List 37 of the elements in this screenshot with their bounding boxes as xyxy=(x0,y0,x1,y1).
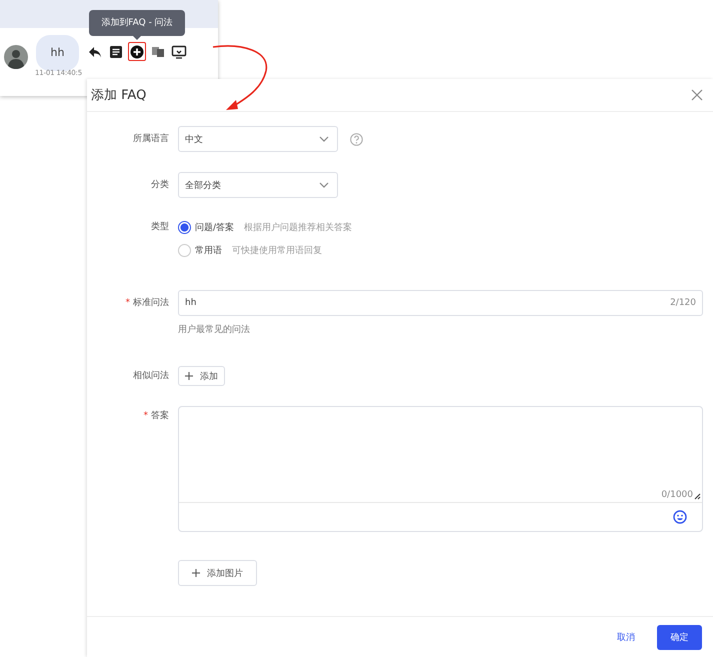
emoji-icon[interactable] xyxy=(673,510,687,524)
add-icon xyxy=(129,44,145,60)
field-label: 所属语言 xyxy=(133,134,169,144)
field-label: 答案 xyxy=(151,411,169,421)
dialog-title: 添加 FAQ xyxy=(91,87,146,104)
field-label: 标准问法 xyxy=(133,298,169,308)
radio-label: 问题/答案 xyxy=(195,221,234,234)
character-count: 2/120 xyxy=(670,298,696,308)
add-button[interactable]: 添加图片 xyxy=(178,560,257,586)
text-field[interactable]: hh 2/120 xyxy=(178,290,703,316)
select-field[interactable]: 全部分类 xyxy=(178,172,338,198)
close-icon[interactable] xyxy=(691,89,703,101)
chevron-icon xyxy=(319,182,329,188)
plus-icon xyxy=(185,372,193,380)
answer-field[interactable]: 0/1000 xyxy=(178,406,703,532)
required-mark: * xyxy=(144,411,148,421)
confirm-button[interactable]: 确定 xyxy=(657,624,702,650)
chevron-icon xyxy=(319,136,329,142)
radio-button[interactable] xyxy=(178,220,191,234)
option-hint: 可快捷使用常用语回复 xyxy=(232,244,322,256)
cancel-button[interactable]: 取消 xyxy=(617,630,635,644)
message-bubble: hh xyxy=(36,35,79,71)
resize-handle-icon[interactable] xyxy=(694,493,701,500)
avatar-icon xyxy=(4,45,28,69)
add-button[interactable]: 添加 xyxy=(178,366,225,386)
plus-icon xyxy=(192,569,200,577)
option-hint: 根据用户问题推荐相关答案 xyxy=(244,221,352,234)
field-label: 分类 xyxy=(151,180,169,190)
add-faq-button[interactable] xyxy=(128,42,146,61)
field-label: 类型 xyxy=(151,222,169,232)
arrow xyxy=(212,45,268,110)
select-field[interactable]: 中文 xyxy=(178,126,338,152)
field-hint: 用户最常见的问法 xyxy=(178,324,251,336)
field-label: 相似问法 xyxy=(133,371,169,381)
required-mark: * xyxy=(126,298,130,308)
radio-label: 常用语 xyxy=(195,244,222,256)
character-count: 0/1000 xyxy=(661,490,693,500)
